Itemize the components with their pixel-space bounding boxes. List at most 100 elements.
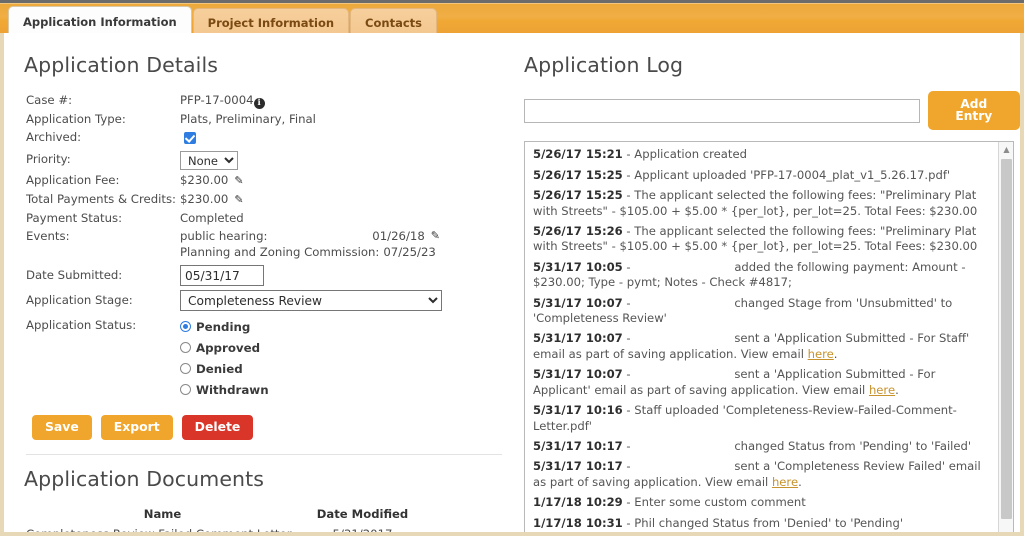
log-timestamp: 5/31/17 10:07 (533, 295, 623, 310)
events-label: Events: (26, 229, 70, 243)
status-option-approved[interactable]: Approved (179, 337, 442, 358)
detail-row-date-submitted: Date Submitted: (26, 261, 442, 287)
log-text: - Enter some custom comment (622, 495, 806, 510)
section-divider (26, 454, 502, 456)
application-status-radio-group: Pending Approved Denied Withdrawn (179, 316, 442, 400)
save-button[interactable]: Save (32, 415, 92, 441)
tab-application-information[interactable]: Application Information (8, 6, 192, 36)
log-text: - (622, 438, 635, 453)
log-entry-input[interactable] (524, 98, 920, 123)
log-text: - (622, 367, 635, 382)
status-radio[interactable] (179, 363, 191, 374)
log-timestamp: 5/31/17 10:17 (533, 438, 623, 453)
event-row: public hearing: 01/26/18 ✎ (180, 228, 440, 244)
log-text: - Phil changed Status from 'Denied' to '… (622, 515, 904, 530)
application-details-panel: Application Details Case #: PFP-17-0004 i… (16, 43, 512, 532)
tab-label: Contacts (365, 15, 422, 30)
detail-row-archived: Archived: (26, 128, 442, 150)
detail-row-events: Events: public hearing: 01/26/18 ✎ Plann… (26, 227, 442, 261)
status-option-label: Approved (195, 340, 261, 355)
date-submitted-input[interactable] (179, 265, 264, 286)
case-label: Case #: (26, 93, 73, 107)
edit-pencil-icon[interactable]: ✎ (234, 192, 243, 208)
log-text: - Application created (622, 147, 747, 162)
date-submitted-label: Date Submitted: (26, 268, 123, 282)
add-entry-button[interactable]: Add Entry (927, 91, 1020, 131)
document-link[interactable]: Completeness Review Failed Comment Lette… (26, 527, 292, 532)
status-radio[interactable] (179, 384, 191, 395)
log-text-after: . (895, 382, 899, 397)
log-entry: 5/31/17 10:17 - sent a 'Completeness Rev… (533, 459, 993, 490)
log-text: - Applicant uploaded 'PFP-17-0004_plat_v… (622, 167, 951, 182)
status-radio[interactable] (179, 321, 191, 332)
archived-value-cell (180, 128, 442, 150)
archived-checkbox[interactable] (183, 132, 196, 144)
status-option-withdrawn[interactable]: Withdrawn (179, 379, 442, 400)
scroll-down-icon[interactable]: ▼ (999, 529, 1013, 532)
application-status-value-cell: Pending Approved Denied Withdrawn (179, 312, 442, 401)
tab-label: Application Information (23, 14, 177, 29)
detail-row-priority: Priority: None (26, 150, 442, 171)
log-timestamp: 1/17/18 10:29 (533, 495, 623, 510)
event-date: 07/25/23 (383, 245, 436, 259)
info-icon[interactable]: i (253, 98, 265, 109)
application-stage-select[interactable]: Completeness Review (179, 290, 442, 311)
edit-pencil-icon[interactable]: ✎ (431, 228, 440, 244)
edit-pencil-icon[interactable]: ✎ (234, 173, 243, 189)
view-email-link[interactable]: here (869, 383, 895, 397)
application-log-panel: Application Log Add Entry 5/26/17 15:21 … (516, 43, 1020, 532)
log-text: - (622, 459, 635, 474)
application-details-heading: Application Details (24, 53, 219, 77)
log-timestamp: 5/31/17 10:07 (533, 367, 623, 382)
event-name: public hearing: (179, 229, 268, 243)
log-entry-bar: Add Entry (524, 91, 1020, 131)
table-row: Completeness Review Failed Comment Lette… (26, 524, 426, 536)
detail-row-fee: Application Fee: $230.00 ✎ (26, 171, 442, 190)
log-text: - (622, 259, 635, 274)
application-fee-label: Application Fee: (26, 173, 120, 187)
log-entry: 5/26/17 15:25 - The applicant selected t… (533, 188, 993, 219)
log-entry: 5/26/17 15:25 - Applicant uploaded 'PFP-… (533, 168, 993, 183)
view-email-link[interactable]: here (808, 347, 834, 361)
log-timestamp: 5/31/17 10:07 (533, 331, 623, 346)
documents-table-head: Name Date Modified (26, 505, 426, 524)
log-entry: 5/31/17 10:07 - sent a 'Application Subm… (533, 331, 993, 362)
case-value-cell: PFP-17-0004 i (180, 91, 442, 110)
document-name-cell[interactable]: Completeness Review Failed Comment Lette… (26, 524, 299, 532)
payment-status-value: Completed (179, 211, 244, 225)
status-option-pending[interactable]: Pending (179, 316, 442, 337)
detail-row-stage: Application Stage: Completeness Review (26, 287, 442, 312)
log-timestamp: 5/26/17 15:25 (533, 188, 623, 203)
application-details-table: Case #: PFP-17-0004 i Application Type: P… (26, 91, 442, 401)
log-timestamp: 5/31/17 10:16 (533, 403, 623, 418)
status-option-denied[interactable]: Denied (179, 358, 442, 379)
tab-contacts[interactable]: Contacts (350, 8, 437, 36)
export-button[interactable]: Export (100, 415, 173, 441)
log-entry: 5/26/17 15:21 - Application created (533, 147, 993, 162)
application-fee-value-cell: $230.00 ✎ (180, 171, 442, 190)
delete-button[interactable]: Delete (181, 415, 254, 441)
log-text-after: . (833, 346, 838, 361)
detail-row-type: Application Type: Plats, Preliminary, Fi… (26, 110, 442, 128)
status-radio[interactable] (179, 342, 191, 353)
scroll-up-icon[interactable]: ▲ (999, 142, 1013, 157)
log-entry: 1/17/18 10:31 - Phil changed Status from… (533, 516, 993, 531)
scrollbar-thumb[interactable] (1001, 159, 1012, 520)
date-submitted-value-cell (179, 261, 442, 287)
application-documents-heading: Application Documents (24, 467, 265, 492)
detail-row-payments: Total Payments & Credits: $230.00 ✎ (26, 190, 442, 209)
detail-row-status: Application Status: Pending Approved Den… (26, 312, 442, 401)
document-date-cell: 5/31/2017 (332, 527, 393, 536)
log-timestamp: 5/26/17 15:21 (533, 147, 623, 162)
tab-project-information[interactable]: Project Information (192, 8, 350, 36)
content-frame: Application Details Case #: PFP-17-0004 i… (0, 33, 1024, 536)
view-email-link[interactable]: here (772, 475, 798, 489)
priority-label: Priority: (26, 152, 71, 166)
log-scrollbar[interactable]: ▲ ▼ (998, 142, 1013, 532)
application-status-label: Application Status: (26, 318, 137, 332)
log-scroll-area: 5/26/17 15:21 - Application created 5/26… (525, 142, 999, 532)
priority-select[interactable]: None (179, 151, 238, 170)
documents-header-row: Name Date Modified (26, 505, 426, 524)
log-entry: 5/31/17 10:05 - added the following paym… (533, 260, 993, 291)
log-timestamp: 1/17/18 10:31 (533, 515, 623, 530)
